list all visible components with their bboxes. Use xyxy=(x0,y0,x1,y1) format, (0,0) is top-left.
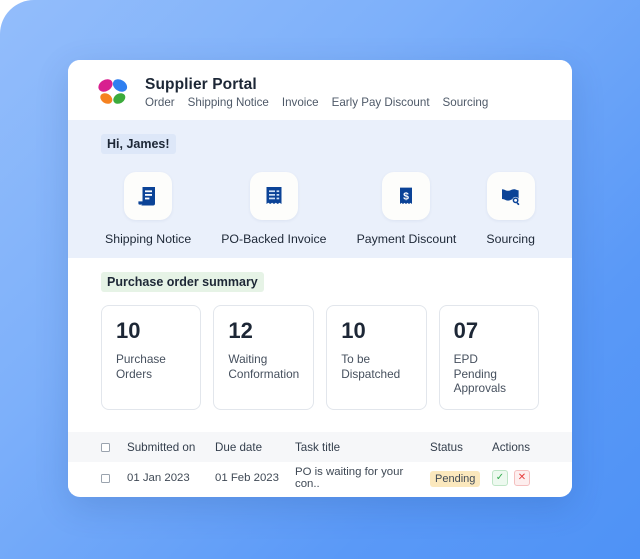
table-header-row: Submitted on Due date Task title Status … xyxy=(68,432,572,463)
brand-block: Supplier Portal Order Shipping Notice In… xyxy=(145,76,488,109)
select-all-cell xyxy=(101,442,127,452)
row-select-cell xyxy=(101,473,127,483)
nav-item-early-pay-discount[interactable]: Early Pay Discount xyxy=(332,96,430,109)
dollar-receipt-icon: $ xyxy=(382,172,431,220)
svg-text:$: $ xyxy=(404,190,410,202)
purchase-order-summary-section: Purchase order summary 10 Purchase Order… xyxy=(68,258,572,427)
quick-link-payment-discount[interactable]: $ Payment Discount xyxy=(356,172,457,246)
summary-card-value: 10 xyxy=(341,318,366,343)
section-title-wrap: Purchase order summary xyxy=(68,272,572,292)
cell-submitted-on: 01 Jan 2023 xyxy=(127,472,190,485)
row-checkbox[interactable] xyxy=(101,473,110,483)
nav-item-order[interactable]: Order xyxy=(145,96,175,109)
summary-title: Purchase order summary xyxy=(101,272,264,292)
quick-link-label: Shipping Notice xyxy=(105,232,192,246)
summary-card-label: Waiting Conformation xyxy=(228,352,300,381)
nav-item-shipping-notice[interactable]: Shipping Notice xyxy=(188,96,269,109)
quick-link-label: PO-Backed Invoice xyxy=(221,232,327,246)
cell-task-title: PO is waiting for your con.. xyxy=(295,466,404,491)
row-actions: ✓ ✕ xyxy=(492,470,554,487)
summary-cards: 10 Purchase Orders 12 Waiting Conformati… xyxy=(68,292,572,426)
summary-card-value: 07 xyxy=(453,318,479,343)
quick-links: Shipping Notice PO-Backed Invoice $ Paym… xyxy=(68,154,572,246)
task-table: Submitted on Due date Task title Status … xyxy=(68,432,572,495)
quick-link-sourcing[interactable]: Sourcing xyxy=(486,172,535,246)
select-all-checkbox[interactable] xyxy=(101,442,110,452)
main-nav: Order Shipping Notice Invoice Early Pay … xyxy=(145,96,488,109)
summary-card-value: 12 xyxy=(228,318,253,343)
quick-link-label: Payment Discount xyxy=(356,232,457,246)
greeting-wrap: Hi, James! xyxy=(68,134,572,154)
summary-card-purchase-orders[interactable]: 10 Purchase Orders xyxy=(101,305,202,411)
folder-search-icon xyxy=(486,172,535,220)
supplier-portal-window: Supplier Portal Order Shipping Notice In… xyxy=(68,60,572,497)
quick-link-label: Sourcing xyxy=(486,232,535,246)
summary-card-label: Purchase Orders xyxy=(116,352,166,381)
column-header-submitted-on[interactable]: Submitted on xyxy=(127,441,215,454)
column-header-status[interactable]: Status xyxy=(430,441,492,454)
greeting-text: Hi, James! xyxy=(101,134,176,154)
greeting-quicklinks-band: Hi, James! Shipping Notice PO-Backed Inv… xyxy=(68,120,572,258)
summary-card-value: 10 xyxy=(116,318,141,343)
summary-card-label: To be Dispatched xyxy=(341,352,401,381)
summary-card-label: EPD Pending Approvals xyxy=(453,352,507,395)
butterfly-logo xyxy=(93,74,133,110)
status-badge: Pending xyxy=(430,471,481,488)
column-header-actions: Actions xyxy=(492,440,531,454)
shipping-document-icon xyxy=(124,172,173,220)
summary-card-epd-pending-approvals[interactable]: 07 EPD Pending Approvals xyxy=(438,305,539,411)
check-icon[interactable]: ✓ xyxy=(492,470,508,487)
close-icon[interactable]: ✕ xyxy=(514,470,530,487)
nav-item-sourcing[interactable]: Sourcing xyxy=(443,96,489,109)
cell-due-date: 01 Feb 2023 xyxy=(215,472,279,485)
nav-item-invoice[interactable]: Invoice xyxy=(282,96,319,109)
cell-status: Pending xyxy=(430,469,492,488)
column-header-task-title[interactable]: Task title xyxy=(295,441,430,454)
summary-card-to-be-dispatched[interactable]: 10 To be Dispatched xyxy=(326,305,427,411)
invoice-receipt-icon xyxy=(249,172,298,220)
app-header: Supplier Portal Order Shipping Notice In… xyxy=(68,60,572,120)
column-header-due-date[interactable]: Due date xyxy=(215,441,295,454)
page-title: Supplier Portal xyxy=(145,75,257,93)
summary-card-waiting-conformation[interactable]: 12 Waiting Conformation xyxy=(213,305,315,411)
quick-link-po-backed-invoice[interactable]: PO-Backed Invoice xyxy=(221,172,327,246)
quick-link-shipping-notice[interactable]: Shipping Notice xyxy=(105,172,191,246)
table-row[interactable]: 01 Jan 2023 01 Feb 2023 PO is waiting fo… xyxy=(68,462,572,495)
cell-actions: ✓ ✕ xyxy=(492,470,554,487)
